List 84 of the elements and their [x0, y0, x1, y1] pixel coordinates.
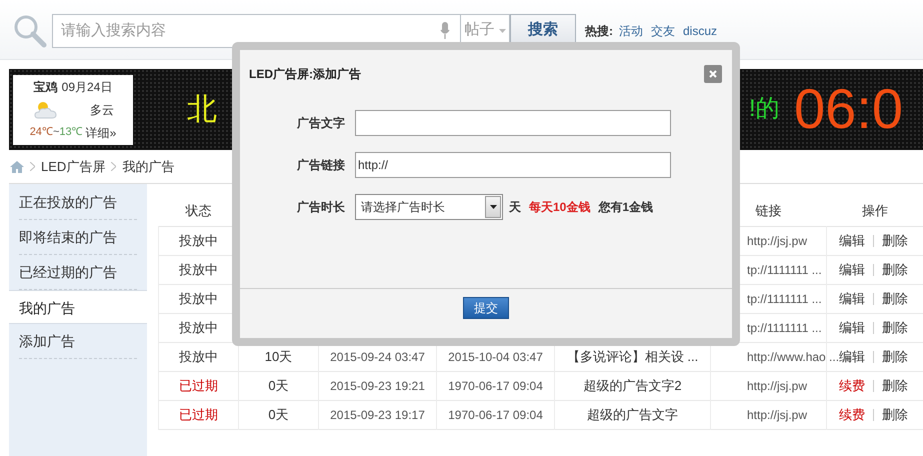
table-cell: 【多说评论】相关设 ...	[566, 348, 698, 364]
weather-city: 宝鸡	[34, 78, 58, 96]
led-scrolling-text: !的	[749, 94, 780, 124]
unit-label: 天	[509, 199, 521, 216]
sidebar-item[interactable]: 已经过期的广告	[19, 255, 137, 289]
table-cell: 2015-10-04 03:47	[448, 350, 543, 364]
table-cell: tp://1111111 ...	[747, 262, 822, 276]
sidebar-item[interactable]: 即将结束的广告	[19, 220, 137, 254]
dialog-title: LED广告屏:添加广告	[249, 66, 361, 83]
field-label: 广告文字	[296, 115, 346, 132]
sidebar-item[interactable]: 正在投放的广告	[19, 185, 137, 219]
table-cell: 2015-09-24 03:47	[330, 350, 425, 364]
table-cell: 投放中	[179, 290, 218, 306]
caret-icon	[498, 28, 506, 32]
home-icon[interactable]	[10, 160, 24, 172]
renew-link[interactable]: 续费	[839, 376, 865, 396]
hot-search-link[interactable]: 交友	[651, 22, 675, 40]
weather-date: 09月24日	[62, 78, 112, 96]
weather-details-link[interactable]: 详细»	[86, 124, 116, 142]
table-cell: 1970-06-17 09:04	[448, 408, 543, 422]
hot-search-link[interactable]: discuz	[683, 22, 718, 40]
table-cell: tp://1111111 ...	[747, 292, 822, 306]
table-cell: 投放中	[179, 348, 218, 364]
delete-link[interactable]: 删除	[882, 288, 908, 308]
edit-link[interactable]: 编辑	[839, 230, 865, 250]
renew-link[interactable]: 续费	[839, 404, 865, 424]
table-cell: 0天	[268, 406, 289, 422]
search-icon	[12, 12, 48, 48]
table-cell: 超级的广告文字2	[583, 378, 682, 393]
edit-link[interactable]: 编辑	[839, 346, 865, 366]
table-cell: 已过期	[179, 378, 218, 393]
field-label: 广告链接	[296, 157, 346, 174]
field-label: 广告时长	[296, 199, 346, 216]
table-cell: 投放中	[179, 320, 218, 335]
hot-search-link[interactable]: 活动	[619, 22, 643, 40]
edit-link[interactable]: 编辑	[839, 260, 865, 280]
chevron-icon	[30, 162, 35, 171]
price-text: 每天10金钱	[529, 199, 590, 216]
temperature-separator: ~	[52, 125, 60, 140]
table-cell: 已过期	[179, 406, 218, 422]
table-cell: 2015-09-23 19:21	[330, 378, 425, 392]
delete-link[interactable]: 删除	[882, 230, 908, 250]
column-header: 操作	[862, 203, 888, 218]
table-cell: http://jsj.pw	[747, 378, 808, 392]
delete-link[interactable]: 删除	[882, 346, 908, 366]
edit-link[interactable]: 编辑	[839, 288, 865, 308]
low-temperature: 13℃	[59, 125, 83, 140]
table-cell: 投放中	[179, 232, 218, 248]
weather-condition: 多云	[90, 102, 114, 118]
sidebar-item[interactable]: 我的广告	[9, 290, 147, 324]
chevron-icon	[111, 162, 116, 171]
table-cell: 超级的广告文字	[587, 406, 678, 422]
input-field[interactable]	[355, 110, 671, 136]
table-cell: http://jsj.pw	[747, 234, 808, 248]
table-cell: 1970-06-17 09:04	[448, 378, 543, 392]
hot-search-label: 热搜:	[585, 22, 613, 40]
edit-link[interactable]: 编辑	[839, 318, 865, 338]
close-icon	[709, 70, 717, 78]
balance-text: 您有1金钱	[598, 199, 654, 216]
table-cell: http://jsj.pw	[747, 408, 808, 422]
delete-link[interactable]: 删除	[882, 260, 908, 280]
breadcrumb-link[interactable]: 我的广告	[122, 156, 174, 176]
table-cell: tp://1111111 ...	[747, 320, 822, 334]
table-cell: 10天	[264, 348, 292, 364]
microphone-icon	[440, 22, 450, 40]
sidebar-item[interactable]: 添加广告	[19, 324, 137, 358]
search-field[interactable]: 请输入搜索内容	[52, 14, 460, 48]
led-scrolling-text: 北	[187, 92, 217, 128]
column-header: 链接	[756, 203, 782, 218]
breadcrumb-link[interactable]: LED广告屏	[41, 156, 106, 176]
submit-button[interactable]: 提交	[463, 297, 509, 319]
input-field[interactable]: http://	[355, 152, 671, 178]
delete-link[interactable]: 删除	[882, 404, 908, 424]
led-clock: 06:0	[794, 76, 903, 142]
delete-link[interactable]: 删除	[882, 318, 908, 338]
column-header: 状态	[186, 203, 212, 218]
duration-select[interactable]: 请选择广告时长	[355, 194, 503, 220]
delete-link[interactable]: 删除	[882, 376, 908, 396]
table-cell: 投放中	[179, 262, 218, 277]
high-temperature: 24℃	[30, 125, 53, 140]
table-cell: 2015-09-23 19:17	[330, 408, 425, 422]
table-cell: 0天	[268, 378, 289, 393]
close-button[interactable]	[704, 65, 722, 83]
table-cell: http://www.hao ...	[747, 350, 840, 364]
